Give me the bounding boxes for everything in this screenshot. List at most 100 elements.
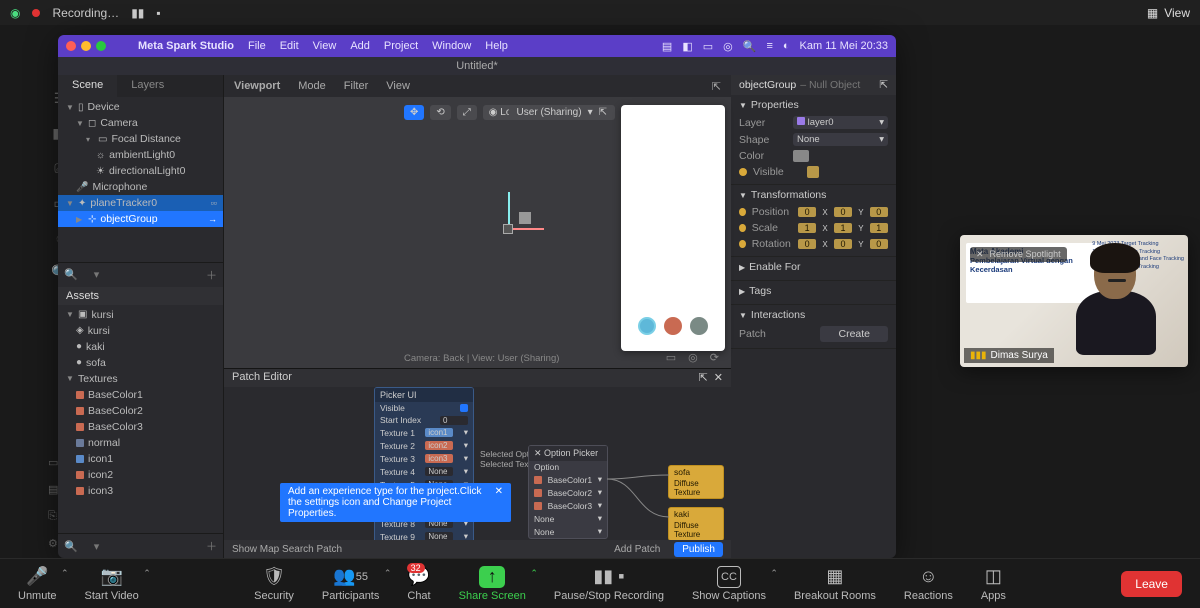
- filter-dropdown[interactable]: Filter: [344, 80, 368, 92]
- asset-item[interactable]: ●sofa: [58, 355, 223, 371]
- tab-layers[interactable]: Layers: [117, 75, 178, 97]
- asset-item[interactable]: ◈kursi: [58, 323, 223, 339]
- close-icon[interactable]: ✕: [495, 486, 503, 519]
- apps-button[interactable]: ◫Apps: [981, 566, 1006, 602]
- chat-button[interactable]: 💬32Chat: [407, 566, 430, 602]
- tree-directional[interactable]: ☀directionalLight0: [58, 163, 223, 179]
- captions-button[interactable]: CCShow Captions⌃: [692, 566, 766, 602]
- section-tags[interactable]: Tags: [749, 285, 771, 297]
- close-icon[interactable]: [66, 41, 76, 51]
- popout-icon[interactable]: ⇱: [879, 79, 888, 91]
- asset-item[interactable]: icon3: [58, 483, 223, 499]
- move-tool-icon[interactable]: ✥: [404, 105, 424, 120]
- preview-dot[interactable]: [664, 317, 682, 335]
- asset-item[interactable]: BaseColor2: [58, 403, 223, 419]
- patch-canvas[interactable]: Picker UI Visible Start Index0 Texture 1…: [224, 387, 731, 540]
- rotate-tool-icon[interactable]: ⟲: [430, 105, 450, 120]
- rot-z[interactable]: 0: [870, 239, 888, 249]
- viewport-3d[interactable]: ✥ ⟲ ⤢ ◉ Local ▦ Pivot User (Sharing)▾⇱: [224, 97, 731, 368]
- security-button[interactable]: 🛡Security: [254, 566, 294, 602]
- scale-x[interactable]: 1: [798, 223, 816, 233]
- asset-textures[interactable]: ▼Textures: [58, 371, 223, 387]
- patch-node-kaki[interactable]: kaki Diffuse Texture: [668, 507, 724, 541]
- maximize-icon[interactable]: [96, 41, 106, 51]
- popout-icon[interactable]: ⇱: [698, 372, 707, 384]
- mode-dropdown[interactable]: Mode: [298, 80, 326, 92]
- menu-project[interactable]: Project: [384, 40, 418, 52]
- menubar-icon[interactable]: ▭: [703, 40, 713, 53]
- menu-add[interactable]: Add: [350, 40, 370, 52]
- leave-button[interactable]: Leave: [1121, 571, 1182, 597]
- menubar-icon[interactable]: ≡: [766, 40, 772, 52]
- start-video-button[interactable]: 📷Start Video⌃: [85, 566, 139, 602]
- user-dropdown[interactable]: User (Sharing)▾⇱: [509, 105, 615, 120]
- patch-node-sofa[interactable]: sofa Diffuse Texture: [668, 465, 724, 499]
- close-icon[interactable]: ✕: [714, 372, 723, 384]
- section-properties[interactable]: Properties: [751, 99, 799, 111]
- share-screen-button[interactable]: ↑Share Screen⌃: [459, 566, 526, 602]
- tree-microphone[interactable]: 🎤Microphone: [58, 179, 223, 195]
- remove-spotlight-button[interactable]: ✕Remove Spotlight: [970, 247, 1067, 262]
- show-map-search[interactable]: Show Map Search Patch: [232, 544, 342, 555]
- breakout-button[interactable]: ▦Breakout Rooms: [794, 566, 876, 602]
- pos-y[interactable]: 0: [834, 207, 852, 217]
- tree-plane[interactable]: ▼✦planeTracker0▫▫: [58, 195, 223, 211]
- asset-item[interactable]: icon2: [58, 467, 223, 483]
- shape-select[interactable]: None▾: [793, 133, 888, 146]
- menubar-icon[interactable]: ◐: [783, 40, 790, 52]
- preview-dot[interactable]: [638, 317, 656, 335]
- tree-camera[interactable]: ▼◻Camera: [58, 115, 223, 131]
- rail-icon[interactable]: ▤: [48, 483, 58, 496]
- preview-dot[interactable]: [690, 317, 708, 335]
- rail-icon[interactable]: ▭: [48, 456, 58, 469]
- scale-tool-icon[interactable]: ⤢: [457, 105, 477, 120]
- asset-item[interactable]: BaseColor1: [58, 387, 223, 403]
- view-dropdown[interactable]: View: [386, 80, 410, 92]
- menu-window[interactable]: Window: [432, 40, 471, 52]
- menu-edit[interactable]: Edit: [280, 40, 299, 52]
- tree-object-group[interactable]: ▶⊹objectGroup→: [58, 211, 223, 227]
- tab-scene[interactable]: Scene: [58, 75, 117, 97]
- color-swatch[interactable]: [793, 150, 809, 162]
- preview-action-icon[interactable]: ▭: [666, 351, 676, 364]
- preview-action-icon[interactable]: ⟳: [710, 351, 719, 364]
- tree-focal[interactable]: ▾▭Focal Distance: [58, 131, 223, 147]
- scale-z[interactable]: 1: [870, 223, 888, 233]
- asset-item[interactable]: normal: [58, 435, 223, 451]
- pos-x[interactable]: 0: [798, 207, 816, 217]
- tree-ambient[interactable]: ☼ambientLight0: [58, 147, 223, 163]
- transform-gizmo[interactable]: [479, 192, 539, 252]
- preview-action-icon[interactable]: ◎: [688, 351, 698, 364]
- stop-small-icon[interactable]: ▪: [156, 6, 160, 20]
- unmute-button[interactable]: 🎤Unmute⌃: [18, 566, 57, 602]
- reactions-button[interactable]: ☺Reactions: [904, 566, 953, 602]
- pause-record-button[interactable]: ▮▮ ▪Pause/Stop Recording: [554, 566, 664, 602]
- menu-file[interactable]: File: [248, 40, 266, 52]
- scene-search-bar[interactable]: 🔍▾＋: [58, 262, 223, 287]
- asset-item[interactable]: ●kaki: [58, 339, 223, 355]
- publish-button[interactable]: Publish: [674, 542, 723, 557]
- section-interactions[interactable]: Interactions: [751, 309, 805, 321]
- patch-node-picker-ui[interactable]: Picker UI Visible Start Index0 Texture 1…: [374, 387, 474, 557]
- section-enable-for[interactable]: Enable For: [749, 261, 800, 273]
- visible-checkbox[interactable]: [807, 166, 819, 178]
- asset-item[interactable]: icon1: [58, 451, 223, 467]
- webcam-tile[interactable]: Meta Akademi Pembelajaran Virtual dengan…: [960, 235, 1188, 367]
- menu-help[interactable]: Help: [485, 40, 508, 52]
- participants-button[interactable]: 👥 55Participants⌃: [322, 566, 379, 602]
- assets-search-bar[interactable]: 🔍▾＋: [58, 533, 223, 558]
- popout-icon[interactable]: ⇱: [599, 107, 607, 118]
- rail-icon[interactable]: ⎘: [48, 510, 58, 523]
- section-transforms[interactable]: Transformations: [751, 189, 826, 201]
- view-button[interactable]: ▦ View: [1147, 6, 1190, 20]
- gear-icon[interactable]: ⚙: [48, 537, 58, 550]
- rot-x[interactable]: 0: [798, 239, 816, 249]
- pause-small-icon[interactable]: ▮▮: [131, 6, 144, 20]
- tree-device[interactable]: ▼▯Device: [58, 99, 223, 115]
- menu-view[interactable]: View: [313, 40, 337, 52]
- create-patch-button[interactable]: Create: [820, 326, 888, 342]
- add-icon[interactable]: ＋: [206, 267, 217, 283]
- layer-select[interactable]: layer0▾: [793, 116, 888, 129]
- asset-item[interactable]: BaseColor3: [58, 419, 223, 435]
- menubar-icon[interactable]: ▤: [662, 40, 672, 53]
